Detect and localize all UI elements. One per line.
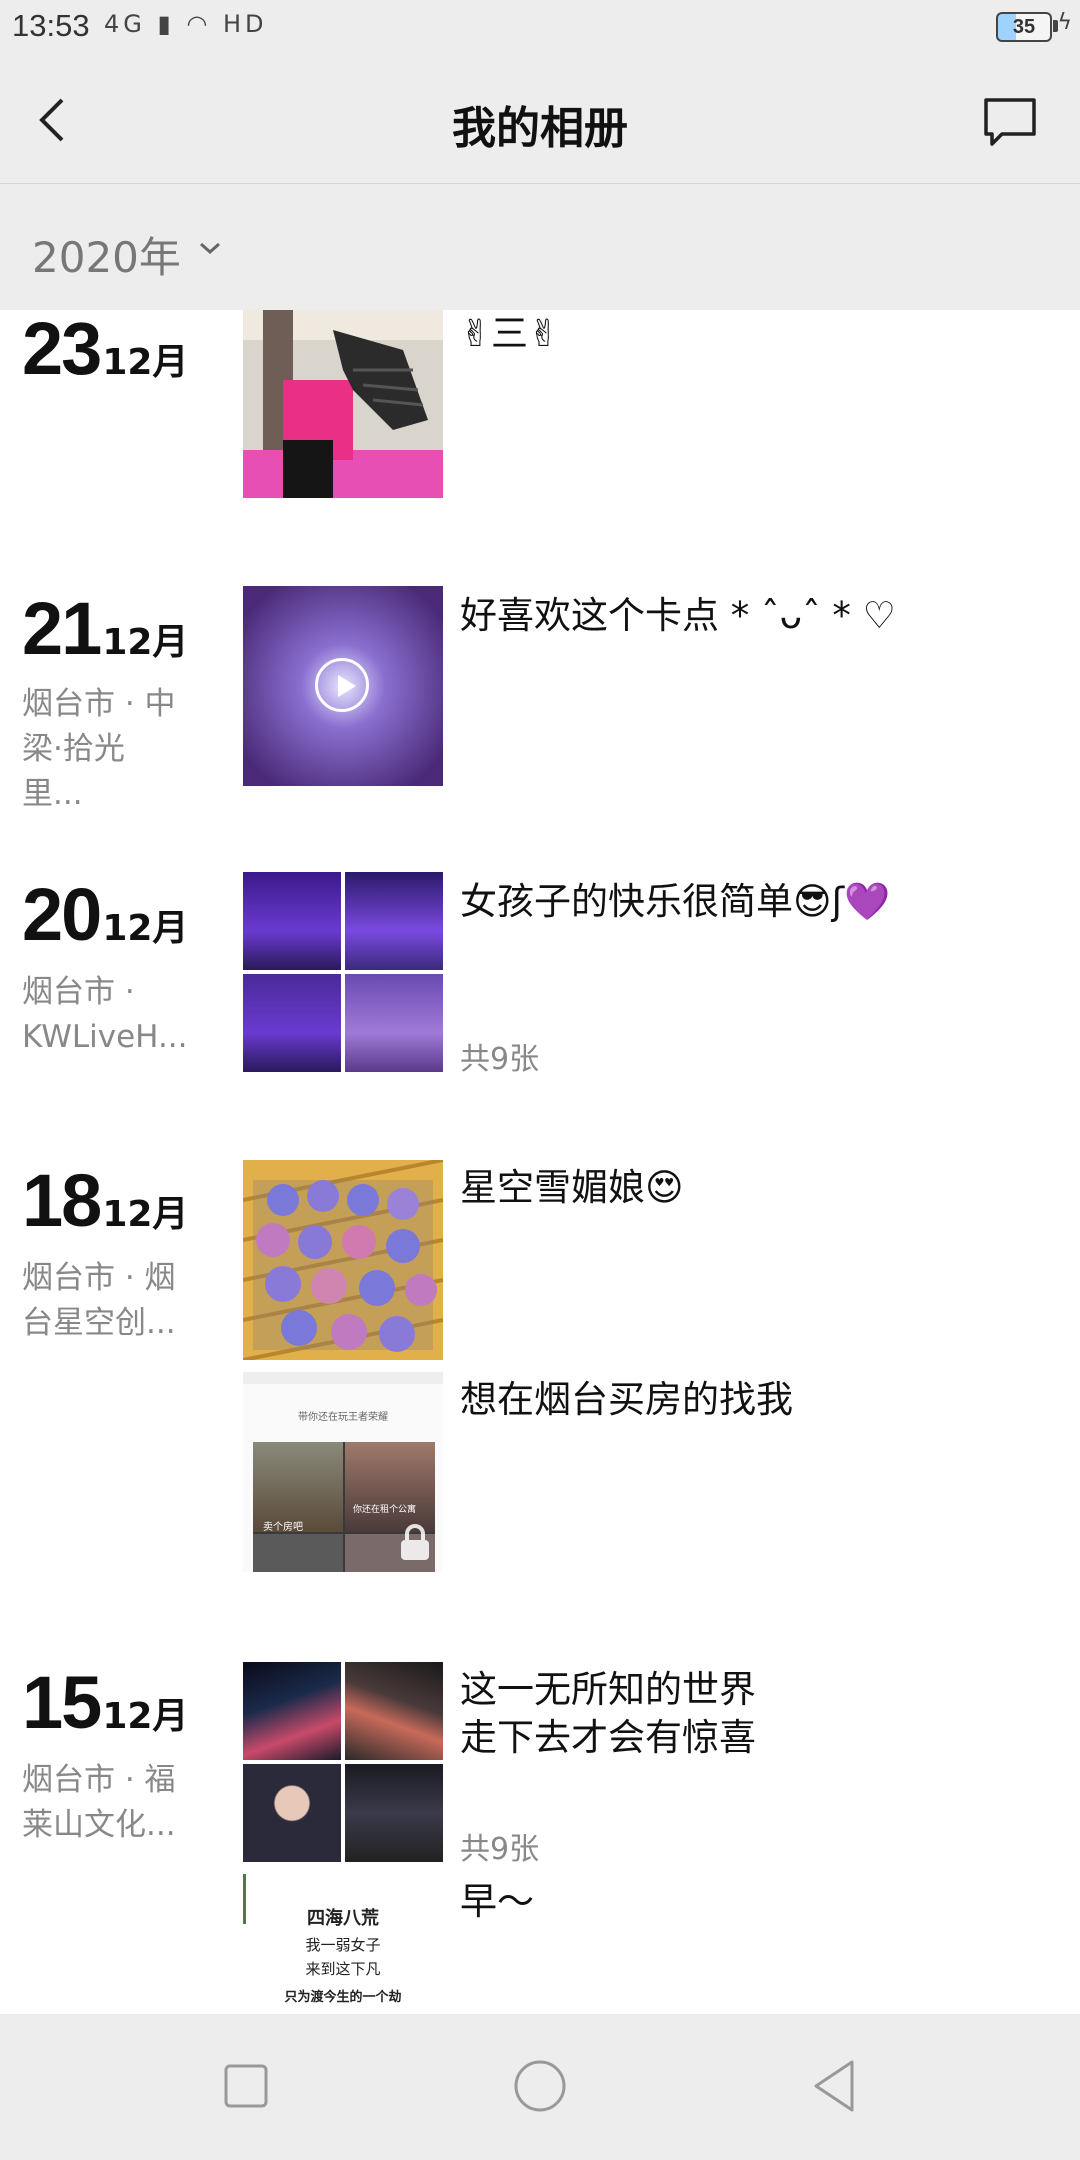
- grid-photo: [345, 1662, 443, 1760]
- location-line: 烟台市 · 福: [22, 1762, 176, 1798]
- location-line: 烟台市 · 中: [22, 686, 176, 722]
- meme-panel: [253, 1534, 343, 1572]
- grid-photo: [345, 1764, 443, 1862]
- status-bar: 13:53 4G ▮ ◠ HD 35 ϟ: [0, 0, 1080, 56]
- date-month: 12月: [102, 342, 189, 383]
- meme-caption: 卖个房吧: [263, 1522, 303, 1533]
- grid-photo: [345, 872, 443, 970]
- post-caption[interactable]: 想在烟台买房的找我: [460, 1376, 793, 1424]
- photo-grid[interactable]: [243, 1662, 443, 1862]
- photo-count: 共9张: [460, 1042, 540, 1077]
- grid-photo: [243, 1764, 341, 1862]
- signal-icon: ▮: [157, 10, 175, 38]
- photo-thumbnail[interactable]: [243, 310, 443, 498]
- photo-thumbnail[interactable]: [243, 1160, 443, 1360]
- date-month: 12月: [102, 1194, 189, 1235]
- meme-top-text: 带你还在玩王者荣耀: [298, 1412, 388, 1423]
- date-day: 18: [22, 1159, 102, 1242]
- date-day: 21: [22, 587, 102, 670]
- network-type: 4G: [104, 10, 146, 38]
- date-month: 12月: [102, 908, 189, 949]
- system-nav-bar: [0, 2014, 1080, 2160]
- play-triangle: [338, 675, 356, 697]
- post-caption[interactable]: ✌三✌: [460, 310, 559, 358]
- location-text: 烟台市 · 福 莱山文化...: [22, 1758, 182, 1848]
- video-thumbnail[interactable]: [243, 586, 443, 786]
- location-text: 烟台市 · 中 梁·拾光里...: [22, 682, 182, 817]
- meme-top-strip: [243, 1372, 443, 1384]
- date-month: 12月: [102, 1696, 189, 1737]
- chevron-down-icon: [200, 242, 220, 255]
- poem-line: 来到这下凡: [305, 1960, 381, 1978]
- recents-button[interactable]: [214, 2054, 278, 2118]
- grid-photo: [243, 872, 341, 970]
- post-caption[interactable]: 早～: [460, 1878, 534, 1926]
- location-line: 烟台市 · 烟: [22, 1260, 176, 1296]
- location-text: 烟台市 · 烟 台星空创...: [22, 1256, 182, 1346]
- date-month: 12月: [102, 622, 189, 663]
- grid-photo: [345, 974, 443, 1072]
- post-caption[interactable]: 星空雪媚娘😍: [460, 1164, 684, 1212]
- lock-icon: [401, 1524, 429, 1560]
- photo-grid[interactable]: [243, 872, 443, 1072]
- meme-panel: [345, 1442, 435, 1532]
- date-label: 2112月: [22, 586, 188, 671]
- page-title: 我的相册: [452, 103, 628, 154]
- hd-badge: HD: [222, 10, 268, 38]
- poem-line: 四海八荒: [307, 1908, 379, 1929]
- date-day: 20: [22, 873, 102, 956]
- grid-photo: [243, 1662, 341, 1760]
- network-icons: 4G ▮ ◠ HD: [104, 10, 268, 38]
- comment-icon: [984, 98, 1036, 146]
- poem-line: 我一弱女子: [305, 1936, 381, 1954]
- post-caption[interactable]: 好喜欢这个卡点 * ˆᴗˆ * ♡: [460, 592, 896, 640]
- location-line: 莱山文化...: [22, 1807, 176, 1843]
- caption-line: 这一无所知的世界: [460, 1668, 756, 1711]
- grid-photo: [243, 974, 341, 1072]
- home-button[interactable]: [508, 2054, 572, 2118]
- app-header: 我的相册: [0, 56, 1080, 184]
- status-time: 13:53: [12, 8, 90, 43]
- photo-thumbnail[interactable]: 带你还在玩王者荣耀 卖个房吧 你还在租个公寓: [243, 1372, 443, 1572]
- photo-shoe: [243, 310, 443, 498]
- meme-caption: 你还在租个公寓: [353, 1505, 417, 1515]
- location-text: 烟台市 · KWLiveH...: [22, 970, 188, 1060]
- date-label: 2312月: [22, 310, 188, 391]
- album-feed[interactable]: 2312月 ✌三✌ 2112月 烟台市 · 中 梁·拾光里... 好喜欢这个卡点…: [0, 310, 1080, 2014]
- year-select[interactable]: 2020年: [32, 224, 181, 285]
- year-filter[interactable]: 2020年: [0, 184, 1080, 310]
- photo-desserts: [243, 1160, 443, 1360]
- location-line: KWLiveH...: [22, 1019, 188, 1055]
- location-line: 台星空创...: [22, 1305, 176, 1341]
- photo-count: 共9张: [460, 1832, 540, 1867]
- wifi-icon: ◠: [186, 10, 212, 38]
- date-day: 23: [22, 310, 102, 390]
- date-day: 15: [22, 1661, 102, 1744]
- date-label: 1812月: [22, 1158, 188, 1243]
- battery-icon: 35: [996, 12, 1052, 42]
- battery-level: 35: [1012, 16, 1036, 38]
- charging-icon: ϟ: [1057, 10, 1072, 35]
- location-line: 梁·拾光里...: [22, 731, 125, 812]
- photo-thumbnail[interactable]: 四海八荒 我一弱女子 来到这下凡 只为渡今生的一个劫: [243, 1874, 443, 2014]
- date-label: 1512月: [22, 1660, 188, 1745]
- back-nav-button[interactable]: [802, 2054, 866, 2118]
- date-label: 2012月: [22, 872, 188, 957]
- comment-button[interactable]: [980, 92, 1040, 152]
- play-icon[interactable]: [315, 658, 369, 712]
- post-caption[interactable]: 女孩子的快乐很简单😎ʃ💜: [460, 878, 890, 926]
- caption-line: 走下去才会有惊喜: [460, 1716, 756, 1759]
- poem-line: 只为渡今生的一个劫: [284, 1990, 402, 2005]
- location-line: 烟台市 ·: [22, 974, 135, 1010]
- post-caption[interactable]: 这一无所知的世界 走下去才会有惊喜: [460, 1666, 756, 1762]
